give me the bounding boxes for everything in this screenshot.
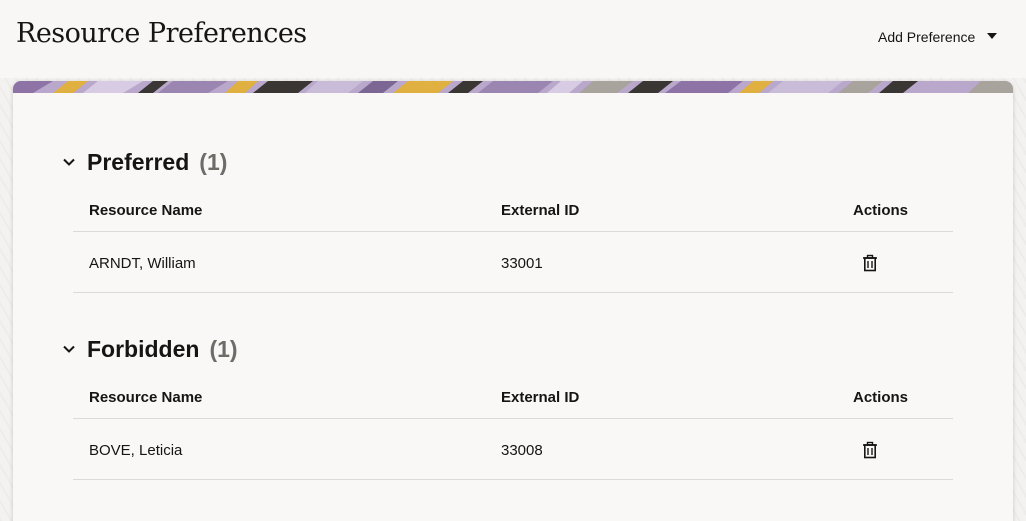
chevron-down-icon — [63, 158, 75, 166]
external-id-cell: 33001 — [501, 255, 543, 272]
caret-down-icon — [987, 33, 998, 39]
preferences-card: Preferred (1) Resource Name External ID … — [13, 81, 1013, 521]
add-preference-label: Add Preference — [878, 29, 976, 45]
section-title: Preferred — [87, 148, 190, 175]
forbidden-table: Resource Name External ID Actions BOVE, … — [73, 372, 953, 480]
table-row: BOVE, Leticia 33008 — [73, 419, 953, 480]
add-preference-button[interactable]: Add Preference — [870, 24, 1005, 50]
section-toggle-preferred[interactable]: Preferred (1) — [61, 147, 227, 177]
resource-name-cell: ARNDT, William — [89, 255, 196, 272]
column-header-actions: Actions — [853, 202, 909, 219]
column-header-external-id: External ID — [501, 202, 580, 219]
preferred-table: Resource Name External ID Actions ARNDT,… — [73, 185, 953, 293]
page-header: Resource Preferences Add Preference — [0, 0, 1026, 78]
column-header-external-id: External ID — [501, 389, 580, 406]
table-header-row: Resource Name External ID Actions — [73, 185, 953, 232]
column-header-resource-name: Resource Name — [89, 389, 203, 406]
delete-preference-button[interactable] — [858, 438, 882, 462]
section-count: (1) — [199, 148, 228, 175]
section-title: Forbidden — [87, 335, 200, 362]
section-count: (1) — [209, 335, 238, 362]
page-title: Resource Preferences — [16, 18, 307, 49]
decorative-banner — [13, 81, 1013, 93]
delete-preference-button[interactable] — [858, 251, 882, 275]
trash-icon — [863, 441, 877, 459]
table-row: ARNDT, William 33001 — [73, 232, 953, 293]
trash-icon — [863, 254, 877, 272]
section-toggle-forbidden[interactable]: Forbidden (1) — [61, 334, 238, 364]
table-header-row: Resource Name External ID Actions — [73, 372, 953, 419]
column-header-resource-name: Resource Name — [89, 202, 203, 219]
external-id-cell: 33008 — [501, 442, 543, 459]
chevron-down-icon — [63, 345, 75, 353]
resource-name-cell: BOVE, Leticia — [89, 442, 183, 459]
column-header-actions: Actions — [853, 389, 909, 406]
page: Resource Preferences Add Preference Pref… — [0, 0, 1026, 521]
